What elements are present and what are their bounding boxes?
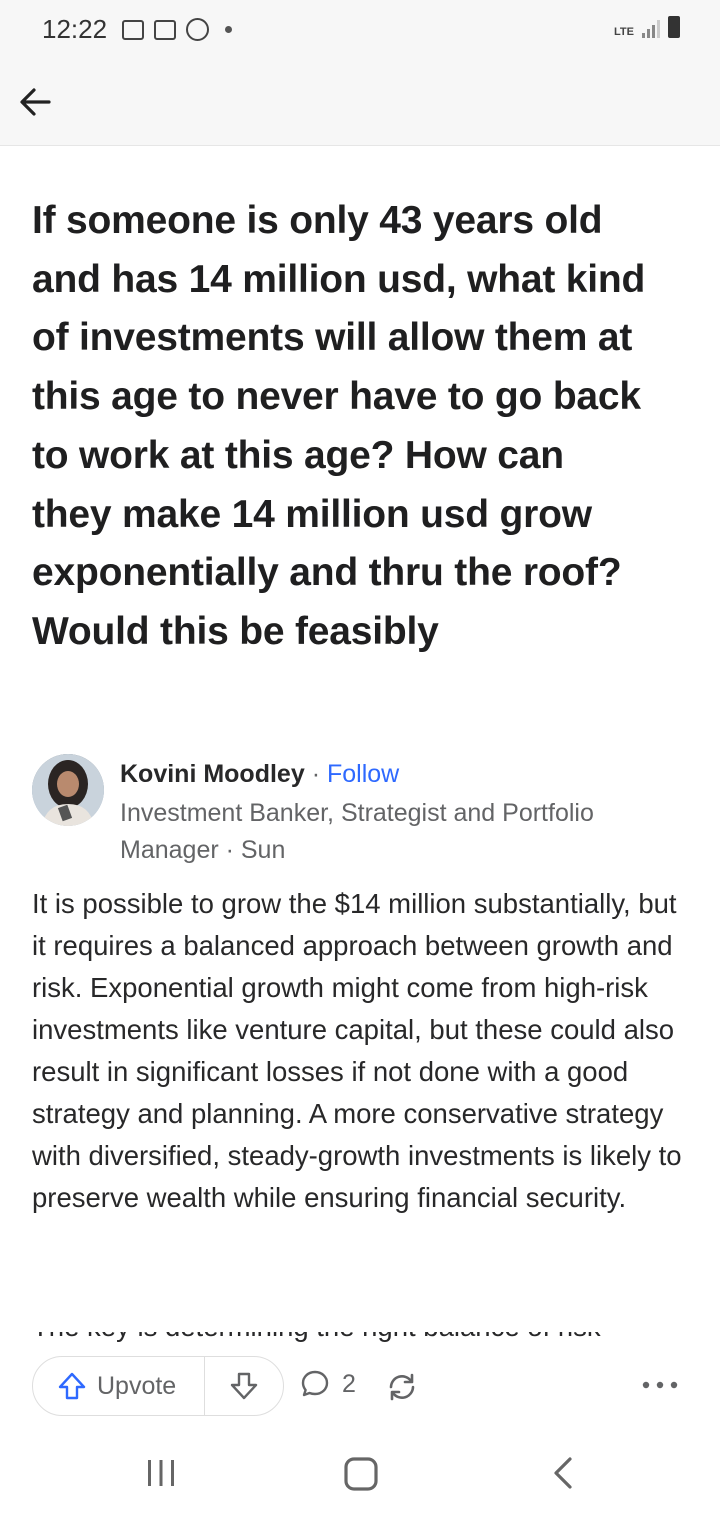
more-options-icon[interactable]	[640, 1377, 680, 1393]
answer-next-paragraph-text: The key is determining the right balance…	[32, 1332, 692, 1346]
back-nav-icon[interactable]	[548, 1456, 578, 1490]
lte-icon: LTE	[614, 26, 634, 38]
calendar-icon	[154, 19, 176, 40]
separator: ·	[311, 760, 321, 788]
author-line: Kovini Moodley · Follow	[120, 758, 399, 790]
vote-pill: Upvote	[32, 1356, 284, 1416]
gallery-icon	[122, 19, 144, 40]
downvote-icon	[230, 1372, 258, 1400]
signal-icon	[642, 18, 660, 38]
answer-body: It is possible to grow the $14 million s…	[32, 888, 682, 1213]
author-name[interactable]: Kovini Moodley	[120, 760, 305, 788]
share-icon[interactable]	[385, 1370, 419, 1404]
notification-icons	[122, 18, 232, 41]
follow-button[interactable]: Follow	[327, 760, 399, 788]
downvote-button[interactable]	[205, 1357, 283, 1415]
status-bar: 12:22 LTE	[0, 0, 720, 58]
upvote-label: Upvote	[97, 1371, 177, 1400]
upvote-icon	[58, 1372, 86, 1400]
answer-next-paragraph: The key is determining the right balance…	[32, 1332, 692, 1346]
avatar-image	[32, 754, 104, 826]
more-notifications-icon	[225, 26, 232, 33]
app-bar	[0, 58, 720, 146]
comments-button[interactable]: 2	[300, 1369, 356, 1399]
system-icons: LTE	[614, 16, 680, 38]
upvote-button[interactable]: Upvote	[33, 1357, 205, 1415]
avatar[interactable]	[32, 754, 104, 826]
author-credential: Investment Banker, Strategist and Portfo…	[120, 799, 594, 864]
status-time: 12:22	[42, 14, 108, 44]
battery-icon	[668, 16, 680, 38]
action-bar: Upvote 2	[0, 1350, 720, 1420]
home-icon[interactable]	[343, 1456, 379, 1492]
whatsapp-icon	[186, 18, 209, 41]
question-title: If someone is only 43 years old and has …	[32, 199, 646, 653]
recent-apps-icon[interactable]	[144, 1456, 178, 1490]
system-nav-bar	[0, 1424, 720, 1520]
comment-icon	[301, 1370, 329, 1397]
comment-count: 2	[342, 1369, 356, 1398]
back-arrow-icon[interactable]	[16, 82, 56, 122]
